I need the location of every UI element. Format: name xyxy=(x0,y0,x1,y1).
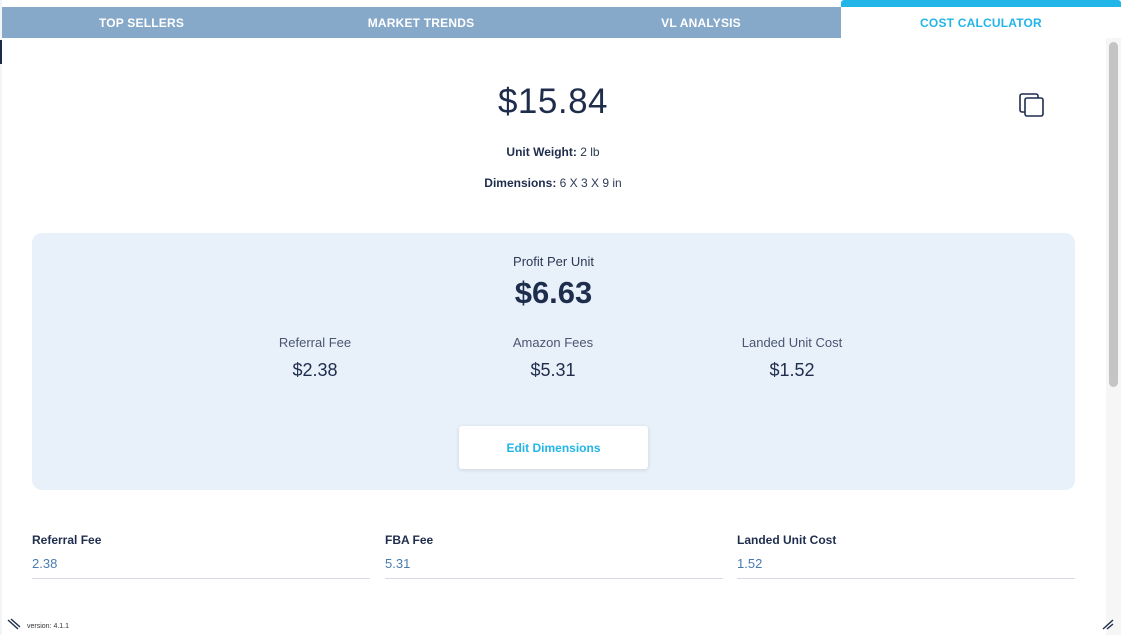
stat-label: Referral Fee xyxy=(278,335,352,350)
resize-handle-icon[interactable] xyxy=(7,617,21,630)
product-price: $15.84 xyxy=(497,82,609,121)
dimensions-label: Dimensions: xyxy=(484,176,557,190)
resize-handle-icon[interactable] xyxy=(1100,617,1114,630)
landed-unit-cost-input[interactable] xyxy=(737,556,1075,579)
version-label: version: 4.1.1 xyxy=(27,623,70,630)
stat-label: Amazon Fees xyxy=(512,335,594,350)
stat-landed-unit-cost: Landed Unit Cost $1.52 xyxy=(682,335,902,381)
tab-market-trends[interactable]: MARKET TRENDS xyxy=(281,7,561,38)
stat-value: $2.38 xyxy=(292,360,338,380)
fba-fee-input[interactable] xyxy=(385,556,723,579)
left-edge-marker xyxy=(0,40,2,64)
field-label: Referral Fee xyxy=(32,533,102,547)
tab-vl-analysis[interactable]: VL ANALYSIS xyxy=(561,7,841,38)
field-label: Landed Unit Cost xyxy=(737,533,837,547)
stat-amazon-fees: Amazon Fees $5.31 xyxy=(443,335,663,381)
stat-value: $5.31 xyxy=(530,360,576,380)
dimensions-value: 6 X 3 X 9 in xyxy=(559,176,622,190)
profit-panel: Profit Per Unit $6.63 Referral Fee $2.38… xyxy=(32,233,1075,490)
unit-weight-value: 2 lb xyxy=(580,145,600,159)
edit-dimensions-button[interactable]: Edit Dimensions xyxy=(459,426,648,469)
dimensions: Dimensions: 6 X 3 X 9 in xyxy=(0,176,1106,190)
unit-weight-label: Unit Weight: xyxy=(506,145,577,159)
profit-per-unit-value: $6.63 xyxy=(514,275,593,310)
referral-fee-field: Referral Fee xyxy=(32,533,370,579)
stat-value: $1.52 xyxy=(769,360,815,380)
copy-icon[interactable] xyxy=(1018,92,1046,118)
stat-referral-fee: Referral Fee $2.38 xyxy=(205,335,425,381)
tab-cost-calculator[interactable]: COST CALCULATOR xyxy=(841,0,1121,38)
profit-per-unit-label: Profit Per Unit xyxy=(513,254,594,269)
tab-top-sellers[interactable]: TOP SELLERS xyxy=(2,7,281,38)
tab-bar: TOP SELLERS MARKET TRENDS VL ANALYSIS CO… xyxy=(2,0,1121,38)
field-label: FBA Fee xyxy=(385,533,434,547)
landed-unit-cost-field: Landed Unit Cost xyxy=(737,533,1075,579)
fba-fee-field: FBA Fee xyxy=(385,533,723,579)
scrollbar-thumb[interactable] xyxy=(1109,42,1118,387)
unit-weight: Unit Weight: 2 lb xyxy=(0,145,1106,159)
referral-fee-input[interactable] xyxy=(32,556,370,579)
stat-label: Landed Unit Cost xyxy=(741,335,843,350)
